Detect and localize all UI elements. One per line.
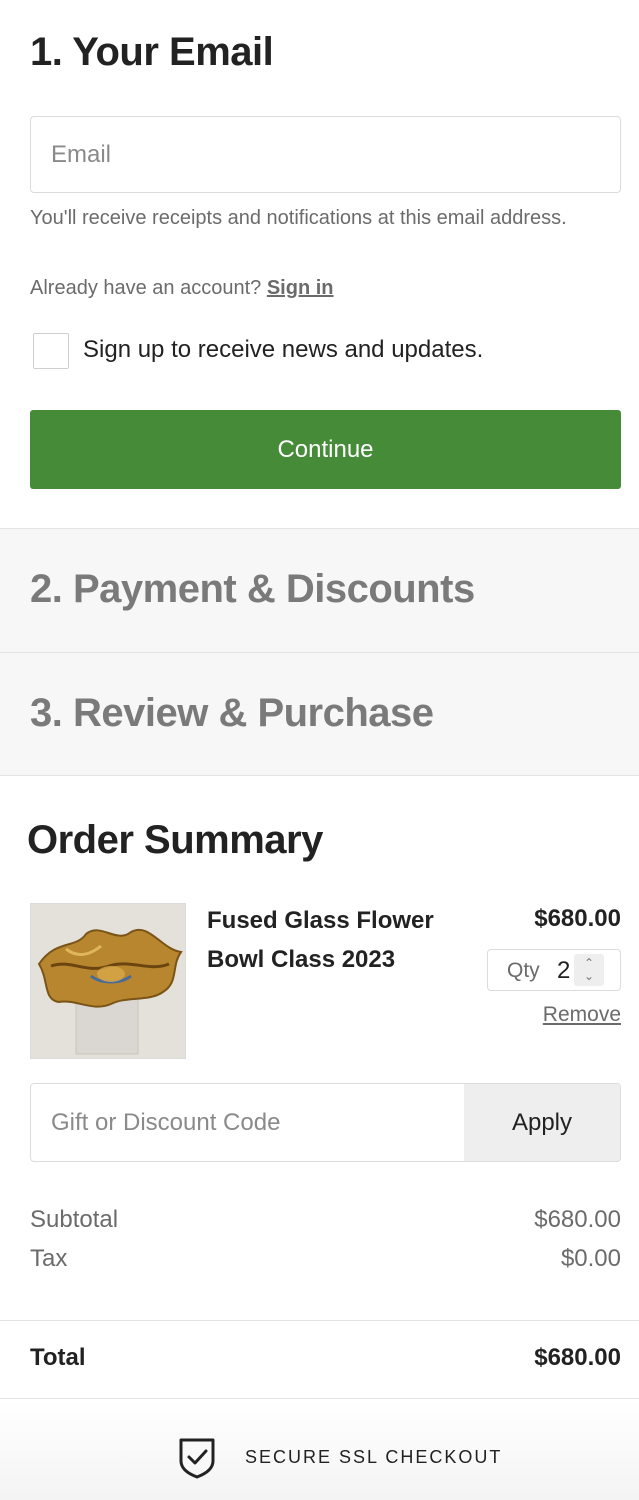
product-name: Fused Glass Flower Bowl Class 2023 <box>207 907 434 973</box>
continue-button[interactable]: Continue <box>30 410 621 489</box>
discount-code-input[interactable] <box>31 1084 465 1161</box>
account-prompt-text: Already have an account? <box>30 277 262 299</box>
email-step: 1. Your Email You'll receive receipts an… <box>0 0 639 528</box>
order-summary-title: Order Summary <box>27 818 323 862</box>
email-input[interactable] <box>30 116 621 193</box>
secure-checkout-footer: SECURE SSL CHECKOUT <box>0 1399 639 1500</box>
subtotal-value: $680.00 <box>534 1206 621 1233</box>
discount-code-form: Apply <box>30 1083 621 1162</box>
email-help-text: You'll receive receipts and notification… <box>30 207 567 229</box>
payment-step-title: 2. Payment & Discounts <box>30 567 475 611</box>
account-prompt: Already have an account? Sign in <box>30 277 334 300</box>
qty-spinner[interactable]: ⌃ ⌄ <box>574 954 604 986</box>
quantity-stepper[interactable]: Qty 2 ⌃ ⌄ <box>487 949 621 991</box>
qty-value[interactable]: 2 <box>557 957 570 985</box>
newsletter-checkbox[interactable] <box>33 333 69 369</box>
newsletter-label[interactable]: Sign up to receive news and updates. <box>83 336 483 364</box>
payment-step[interactable]: 2. Payment & Discounts <box>0 528 639 653</box>
review-step[interactable]: 3. Review & Purchase <box>0 652 639 776</box>
review-step-title: 3. Review & Purchase <box>30 691 434 735</box>
email-step-title: 1. Your Email <box>30 30 274 74</box>
glass-bowl-image <box>31 904 185 1058</box>
total-value: $680.00 <box>534 1344 621 1371</box>
product-image <box>30 903 186 1059</box>
tax-label: Tax <box>30 1245 68 1272</box>
remove-item-link[interactable]: Remove <box>543 1003 621 1027</box>
total-label: Total <box>30 1344 86 1371</box>
chevron-down-icon[interactable]: ⌄ <box>584 970 594 983</box>
product-price: $680.00 <box>534 905 621 932</box>
tax-value: $0.00 <box>560 1245 621 1272</box>
qty-label: Qty <box>507 959 540 982</box>
sign-in-link[interactable]: Sign in <box>267 277 334 299</box>
apply-discount-button[interactable]: Apply <box>464 1084 620 1161</box>
subtotal-label: Subtotal <box>30 1206 119 1233</box>
total-row: Total $680.00 <box>0 1320 639 1399</box>
shield-check-icon <box>179 1438 215 1479</box>
secure-checkout-text: SECURE SSL CHECKOUT <box>245 1447 503 1467</box>
